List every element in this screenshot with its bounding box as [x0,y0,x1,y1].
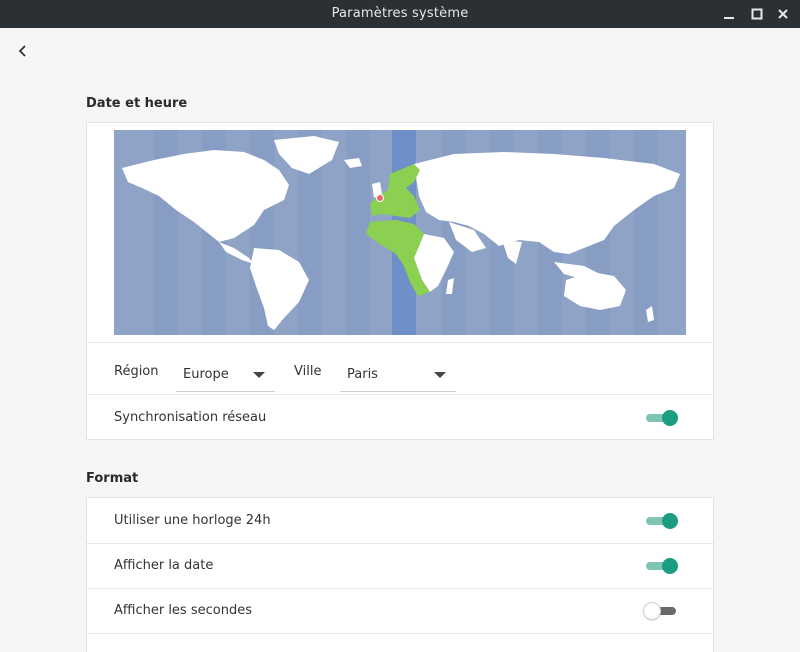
region-city-row: Région Europe Ville Paris [87,349,713,394]
format-show-seconds-label: Afficher les secondes [114,603,252,618]
format-row-show-seconds: Afficher les secondes [87,588,713,633]
window-title: Paramètres système [331,6,469,21]
network-sync-label: Synchronisation réseau [114,410,267,425]
format-row-24h: Utiliser une horloge 24h [87,498,713,543]
close-icon [778,9,788,19]
maximize-icon [751,8,763,20]
format-show-date-label: Afficher la date [114,558,214,573]
toggle-knob [662,513,678,529]
format-24h-label: Utiliser une horloge 24h [114,513,271,528]
format-show-date-toggle[interactable] [644,557,678,575]
timezone-map[interactable] [114,130,686,335]
date-time-card: Région Europe Ville Paris Synchronisatio… [86,122,714,440]
dropdown-arrow-icon [253,372,265,378]
window-titlebar: Paramètres système [0,0,800,28]
toggle-knob [662,558,678,574]
chevron-left-icon [18,45,26,57]
network-sync-toggle[interactable] [644,409,678,427]
date-time-section-title: Date et heure [86,96,188,111]
city-label: Ville [294,364,322,379]
region-value: Europe [183,367,229,382]
close-button[interactable] [772,0,794,28]
timezone-map-area [87,123,713,343]
region-label: Région [114,364,159,379]
format-card: Utiliser une horloge 24h Afficher la dat… [86,497,714,652]
format-24h-toggle[interactable] [644,512,678,530]
format-section-title: Format [86,471,139,486]
format-row-show-date: Afficher la date [87,543,713,588]
format-show-seconds-toggle[interactable] [644,602,678,620]
dropdown-arrow-icon [434,372,446,378]
city-value: Paris [347,367,378,382]
city-marker-icon [376,194,384,202]
city-dropdown[interactable]: Paris [340,356,456,392]
maximize-button[interactable] [746,0,768,28]
region-dropdown[interactable]: Europe [176,356,275,392]
network-sync-row: Synchronisation réseau [87,395,713,440]
back-button[interactable] [12,40,34,62]
minimize-button[interactable] [718,0,740,28]
toggle-knob [662,410,678,426]
minimize-icon [724,17,734,19]
row-divider [87,633,713,634]
toggle-knob [644,603,660,619]
